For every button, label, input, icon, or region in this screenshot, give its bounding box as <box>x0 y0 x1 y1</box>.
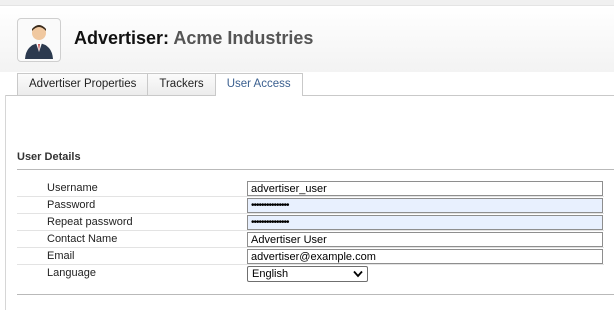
contact-name-input[interactable] <box>247 232 603 247</box>
username-input[interactable] <box>247 181 603 196</box>
tab-bar: Advertiser Properties Trackers User Acce… <box>17 73 303 96</box>
page-header: Advertiser: Acme Industries <box>0 6 614 72</box>
password-input[interactable] <box>247 198 603 213</box>
advertiser-avatar-icon <box>17 18 61 62</box>
section-title-user-details: User Details <box>17 151 81 163</box>
form-row-repeat-password: Repeat password <box>17 214 614 231</box>
repeat-password-label: Repeat password <box>47 216 133 228</box>
form-row-email: Email <box>17 248 614 265</box>
page-title-advertiser-name: Acme Industries <box>173 28 314 48</box>
form-row-language: Language English <box>17 265 614 282</box>
language-select-value: English <box>252 268 289 280</box>
section-divider-bottom <box>17 294 614 295</box>
tab-advertiser-properties[interactable]: Advertiser Properties <box>17 73 149 95</box>
form-row-contact-name: Contact Name <box>17 231 614 248</box>
contact-name-label: Contact Name <box>47 233 118 245</box>
language-label: Language <box>47 267 96 279</box>
language-select[interactable]: English <box>247 266 368 282</box>
page-title: Advertiser: Acme Industries <box>74 28 313 49</box>
tab-bar-divider <box>5 95 614 96</box>
tab-trackers[interactable]: Trackers <box>147 73 216 95</box>
username-label: Username <box>47 182 98 194</box>
section-divider-top <box>17 169 614 170</box>
chevron-down-icon <box>353 270 363 278</box>
email-label: Email <box>47 250 75 262</box>
content-left-border <box>5 95 6 310</box>
repeat-password-input[interactable] <box>247 215 603 230</box>
tab-user-access[interactable]: User Access <box>214 73 303 96</box>
form-row-password: Password <box>17 197 614 214</box>
form-row-username: Username <box>17 180 614 197</box>
password-label: Password <box>47 199 96 211</box>
email-input[interactable] <box>247 249 603 264</box>
page-title-prefix: Advertiser: <box>74 28 170 48</box>
